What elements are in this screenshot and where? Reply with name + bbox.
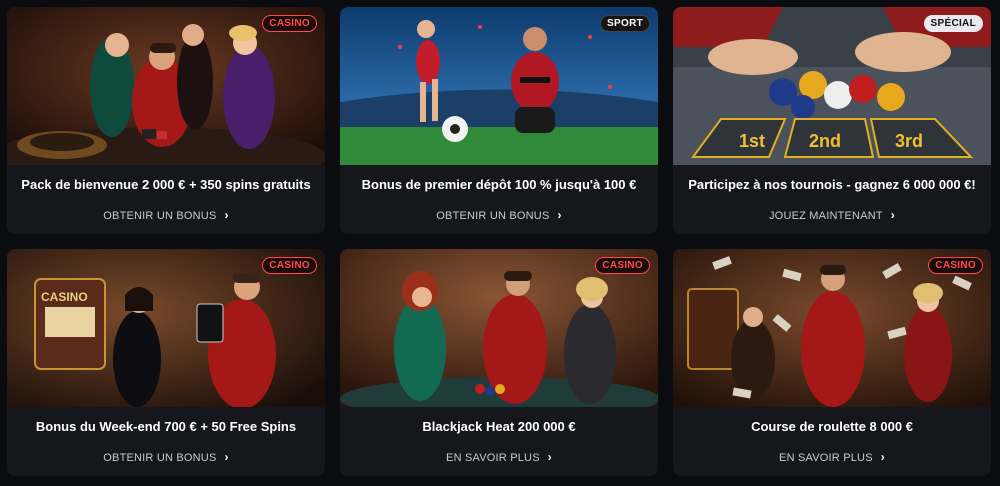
cta-label: JOUEZ MAINTENANT <box>768 210 883 222</box>
promo-card-weekend-bonus[interactable]: CASINO CASINO Bonus du Week-end 700 € + … <box>7 249 325 476</box>
chevron-right-icon: › <box>224 450 229 464</box>
get-bonus-link[interactable]: OBTENIR UN BONUS › <box>7 450 325 464</box>
promo-title: Bonus du Week-end 700 € + 50 Free Spins <box>35 419 297 434</box>
promo-title: Pack de bienvenue 2 000 € + 350 spins gr… <box>21 177 311 192</box>
cta-label: EN SAVOIR PLUS <box>779 452 873 464</box>
learn-more-link[interactable]: EN SAVOIR PLUS › <box>340 450 658 464</box>
promo-card-blackjack-heat[interactable]: CASINO Blackjack Heat 200 000 € EN SAVOI… <box>340 249 658 476</box>
promo-card-welcome-pack[interactable]: CASINO Pack de bienvenue 2 000 € + 350 s… <box>7 7 325 234</box>
promo-title: Blackjack Heat 200 000 € <box>422 419 576 434</box>
category-badge-sport: SPORT <box>600 15 650 32</box>
category-badge-casino: CASINO <box>262 257 317 274</box>
category-badge-special: SPÉCIAL <box>923 15 983 32</box>
category-badge-casino: CASINO <box>595 257 650 274</box>
podium-label-first: 1st <box>739 131 765 151</box>
cta-label: OBTENIR UN BONUS <box>436 210 550 222</box>
category-badge-casino: CASINO <box>928 257 983 274</box>
get-bonus-link[interactable]: OBTENIR UN BONUS › <box>340 208 658 222</box>
chevron-right-icon: › <box>557 208 562 222</box>
cta-label: EN SAVOIR PLUS <box>446 452 540 464</box>
cta-label: OBTENIR UN BONUS <box>103 452 217 464</box>
promo-card-first-deposit[interactable]: SPORT Bonus de premier dépôt 100 % jusqu… <box>340 7 658 234</box>
cta-label: OBTENIR UN BONUS <box>103 210 217 222</box>
promo-card-roulette-race[interactable]: CASINO Course de roulette 8 000 € EN SAV… <box>673 249 991 476</box>
promo-title: Bonus de premier dépôt 100 % jusqu'à 100… <box>361 177 637 192</box>
chevron-right-icon: › <box>880 450 885 464</box>
category-badge-casino: CASINO <box>262 15 317 32</box>
play-now-link[interactable]: JOUEZ MAINTENANT › <box>673 208 991 222</box>
podium-label-third: 3rd <box>895 131 923 151</box>
get-bonus-link[interactable]: OBTENIR UN BONUS › <box>7 208 325 222</box>
slot-sign-text: CASINO <box>41 290 88 304</box>
chevron-right-icon: › <box>890 208 895 222</box>
promo-title: Participez à nos tournois - gagnez 6 000… <box>688 177 976 192</box>
podium-label-second: 2nd <box>809 131 841 151</box>
promo-title: Course de roulette 8 000 € <box>751 419 913 434</box>
learn-more-link[interactable]: EN SAVOIR PLUS › <box>673 450 991 464</box>
promo-card-tournaments[interactable]: 1st 2nd 3rd SPÉCIAL Participez à nos tou… <box>673 7 991 234</box>
promotions-grid: CASINO Pack de bienvenue 2 000 € + 350 s… <box>0 0 1000 486</box>
chevron-right-icon: › <box>547 450 552 464</box>
chevron-right-icon: › <box>224 208 229 222</box>
